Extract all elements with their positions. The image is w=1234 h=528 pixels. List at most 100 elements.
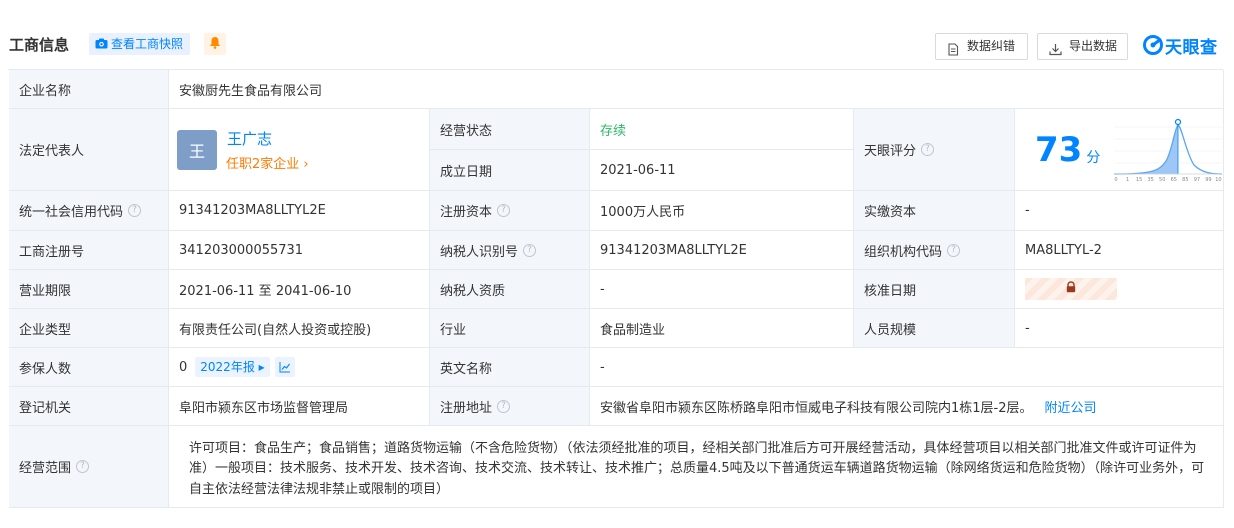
- export-data-label: 导出数据: [1069, 39, 1118, 53]
- legal-rep-label: 法定代表人: [9, 109, 169, 191]
- reg-capital-value: 1000万人民币: [590, 191, 854, 231]
- score-distribution-chart: 0 1 15 35 50 65 85 97 99 100: [1114, 118, 1223, 183]
- status-value: 存续: [590, 109, 854, 150]
- scope-label-cell: 经营范围?: [9, 426, 169, 508]
- help-icon[interactable]: ?: [497, 399, 511, 413]
- view-snapshot-label: 查看工商快照: [111, 37, 184, 51]
- data-correction-label: 数据纠错: [967, 39, 1016, 53]
- address-label: 注册地址: [440, 400, 493, 416]
- term-value: 2021-06-11 至 2041-06-10: [169, 270, 430, 309]
- authority-value: 阜阳市颍东区市场监督管理局: [169, 387, 430, 426]
- business-info-table: 企业名称 安徽厨先生食品有限公司 法定代表人 王 王广志 任职2家企业 › 经营…: [8, 69, 1224, 508]
- legal-rep-positions-text: 任职2家企业: [226, 157, 300, 172]
- industry-label: 行业: [430, 309, 590, 348]
- address-value: 安徽省阜阳市颍东区陈桥路阜阳市恒威电子科技有限公司院内1栋1层-2层。: [600, 400, 1033, 416]
- camera-icon: [95, 34, 108, 56]
- logo-text: 天眼查: [1165, 37, 1218, 58]
- term-label: 营业期限: [9, 270, 169, 309]
- avatar: 王: [177, 129, 217, 170]
- paid-capital-value: -: [1015, 191, 1224, 231]
- paid-capital-label: 实缴资本: [854, 191, 1015, 231]
- help-icon[interactable]: ?: [947, 243, 961, 257]
- org-code-label: 组织机构代码: [864, 244, 943, 260]
- data-correction-button[interactable]: 数据纠错: [935, 33, 1028, 60]
- download-icon: [1049, 40, 1062, 65]
- english-name-label: 英文名称: [430, 348, 590, 387]
- score-axis-tick: 35: [1148, 177, 1154, 183]
- locked-value[interactable]: [1025, 278, 1117, 300]
- score-label: 天眼评分: [864, 144, 917, 159]
- score-axis-tick: 99: [1206, 177, 1212, 183]
- credit-code-label: 统一社会信用代码: [19, 205, 124, 220]
- taxpayer-qual-label: 纳税人资质: [430, 270, 590, 309]
- tianyancha-logo: 天眼查: [1143, 33, 1218, 58]
- monitor-bell-button[interactable]: [204, 33, 226, 55]
- help-icon[interactable]: ?: [76, 460, 90, 473]
- established-label: 成立日期: [430, 150, 590, 191]
- scope-cell: 许可项目：食品生产；食品销售；道路货物运输（不含危险货物）（依法须经批准的项目，…: [169, 426, 1224, 508]
- reg-no-label: 工商注册号: [9, 231, 169, 270]
- company-name-value: 安徽厨先生食品有限公司: [169, 70, 1224, 109]
- score-axis-tick: 15: [1136, 177, 1142, 183]
- view-snapshot-button[interactable]: 查看工商快照: [89, 33, 191, 56]
- export-data-button[interactable]: 导出数据: [1037, 33, 1128, 60]
- score-value: 73: [1035, 129, 1083, 170]
- help-icon[interactable]: ?: [921, 143, 935, 156]
- score-axis-tick: 85: [1182, 177, 1188, 183]
- score-axis-tick: 100: [1216, 177, 1223, 183]
- header: 工商信息 查看工商快照 数据纠错 导出数据 天眼查: [0, 0, 1234, 66]
- nearby-companies-link[interactable]: 附近公司: [1045, 397, 1097, 416]
- score-cell[interactable]: 73 分 0 1 15 35 50 65 85 97 99 100: [1015, 109, 1224, 191]
- industry-value: 食品制造业: [590, 309, 854, 348]
- approval-date-label: 核准日期: [854, 270, 1015, 309]
- legal-rep-name-link[interactable]: 王广志: [227, 128, 272, 149]
- score-axis-tick: 0: [1115, 177, 1118, 183]
- taxpayer-qual-value: -: [590, 270, 854, 309]
- score-axis-tick: 50: [1159, 177, 1165, 183]
- staff-size-label: 人员规模: [854, 309, 1015, 348]
- legal-rep-positions-link[interactable]: 任职2家企业 ›: [226, 153, 309, 172]
- help-icon[interactable]: ?: [523, 243, 537, 257]
- score-axis-tick: 97: [1194, 177, 1200, 183]
- score-axis-tick: 65: [1171, 177, 1177, 183]
- staff-size-value: -: [1015, 309, 1224, 348]
- reg-capital-label-cell: 注册资本?: [430, 191, 590, 231]
- taxpayer-id-label-cell: 纳税人识别号?: [430, 231, 590, 270]
- taxpayer-id-value: 91341203MA8LLTYL2E: [590, 231, 854, 270]
- type-value: 有限责任公司(自然人投资或控股): [169, 309, 430, 348]
- reg-no-value: 341203000055731: [169, 231, 430, 270]
- legal-rep-cell: 王 王广志 任职2家企业 ›: [169, 109, 430, 191]
- taxpayer-id-label: 纳税人识别号: [440, 244, 519, 260]
- established-value: 2021-06-11: [590, 150, 854, 191]
- status-label: 经营状态: [430, 109, 590, 150]
- reg-capital-label: 注册资本: [440, 205, 493, 220]
- address-cell: 安徽省阜阳市颍东区陈桥路阜阳市恒威电子科技有限公司院内1栋1层-2层。 附近公司: [590, 387, 1224, 426]
- score-label-cell: 天眼评分?: [854, 109, 1015, 191]
- type-label: 企业类型: [9, 309, 169, 348]
- bell-icon: [209, 36, 221, 53]
- lock-icon: [1065, 281, 1077, 297]
- english-name-value: -: [590, 348, 1224, 387]
- company-name-label: 企业名称: [9, 70, 169, 109]
- scope-value: 许可项目：食品生产；食品销售；道路货物运输（不含危险货物）（依法须经批准的项目，…: [189, 440, 1205, 497]
- score-axis-tick: 1: [1126, 177, 1129, 183]
- logo-mark-icon: [1143, 35, 1163, 55]
- insured-cell: 0 2022年报 ▸: [169, 348, 430, 387]
- authority-label: 登记机关: [9, 387, 169, 426]
- address-label-cell: 注册地址?: [430, 387, 590, 426]
- help-icon[interactable]: ?: [497, 204, 511, 217]
- score-unit: 分: [1086, 149, 1101, 166]
- trend-chart-icon[interactable]: [274, 357, 295, 377]
- section-title: 工商信息: [9, 36, 70, 54]
- annual-report-tag[interactable]: 2022年报 ▸: [195, 357, 270, 377]
- help-icon[interactable]: ?: [128, 204, 142, 217]
- org-code-label-cell: 组织机构代码?: [854, 231, 1015, 270]
- insured-value: 0: [179, 359, 188, 375]
- credit-code-value: 91341203MA8LLTYL2E: [169, 191, 430, 231]
- insured-label: 参保人数: [9, 348, 169, 387]
- credit-code-label-cell: 统一社会信用代码?: [9, 191, 169, 231]
- annual-report-label: 2022年报: [200, 360, 255, 374]
- approval-date-cell: [1015, 270, 1224, 309]
- scope-label: 经营范围: [19, 461, 72, 476]
- org-code-value: MA8LLTYL-2: [1015, 231, 1224, 270]
